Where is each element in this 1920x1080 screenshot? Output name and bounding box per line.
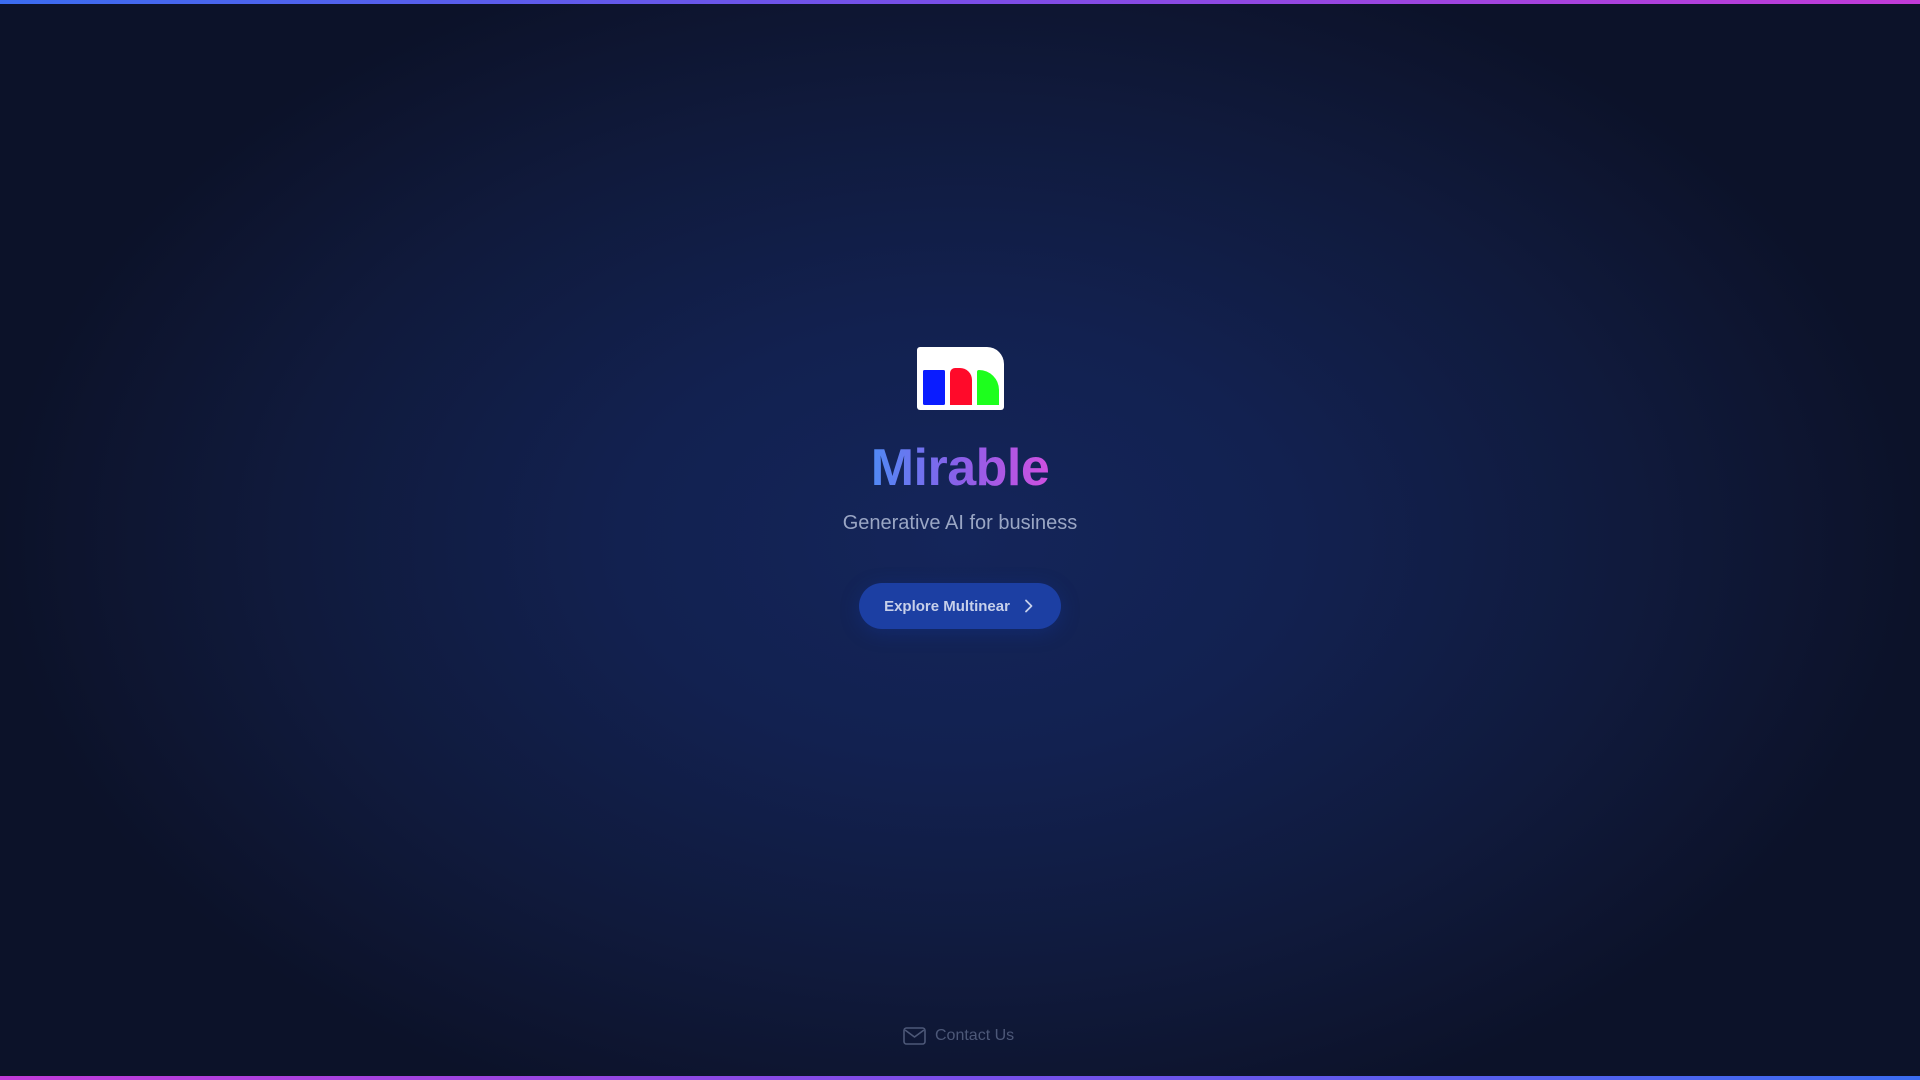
tri-color-bars-logo-icon xyxy=(917,347,1004,410)
envelope-icon xyxy=(903,1027,926,1045)
contact-us-link[interactable]: Contact Us xyxy=(903,1025,1014,1047)
explore-multinear-button[interactable]: Explore Multinear xyxy=(859,583,1061,629)
contact-us-label: Contact Us xyxy=(935,1027,1015,1044)
chevron-right-icon xyxy=(1024,599,1036,613)
bottom-accent-bar xyxy=(0,1076,1920,1080)
explore-button-label: Explore Multinear xyxy=(884,597,1010,615)
brand-title: Mirable xyxy=(870,433,1050,503)
hero-section: Mirable Generative AI for business Explo… xyxy=(0,0,1920,1080)
brand-tagline: Generative AI for business xyxy=(842,512,1078,534)
brand-logo xyxy=(917,347,1004,410)
